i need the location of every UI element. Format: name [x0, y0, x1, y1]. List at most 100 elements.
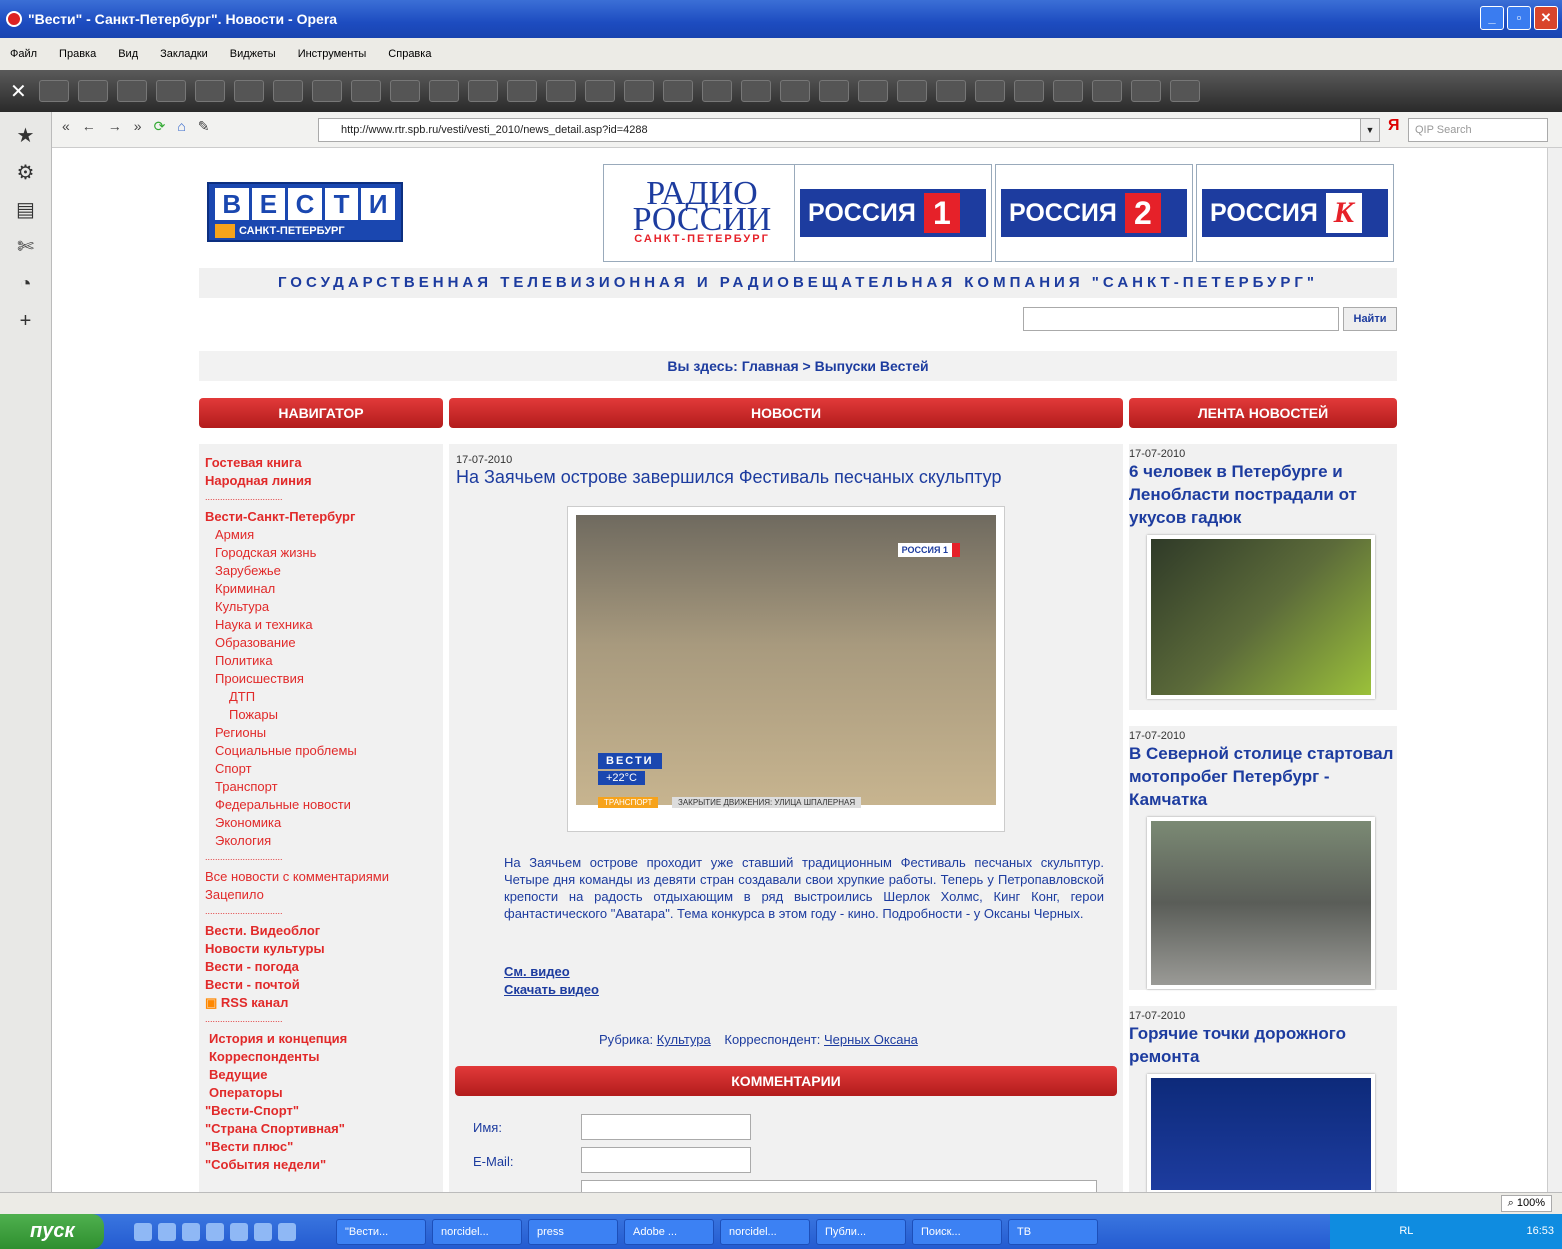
task-button[interactable]: Adobe ... [624, 1218, 714, 1245]
fast-forward-icon[interactable]: » [134, 118, 142, 135]
nav-link-cat[interactable]: Происшествия [205, 670, 437, 688]
reload-icon[interactable]: ⟳ [154, 118, 166, 135]
zoom-level[interactable]: ⌕ 100% [1500, 1195, 1552, 1212]
menu-bookmarks[interactable]: Закладки [160, 48, 208, 60]
bookmarks-star-icon[interactable]: ★ [15, 125, 37, 147]
nav-link-about[interactable]: Ведущие [205, 1066, 437, 1084]
task-button[interactable]: norcidel... [720, 1218, 810, 1245]
nav-link-people[interactable]: Народная линия [205, 472, 437, 490]
feed-title[interactable]: 6 человек в Петербурге и Ленобласти пост… [1129, 460, 1397, 529]
nav-link-project[interactable]: Вести. Видеоблог [205, 922, 437, 940]
yandex-icon[interactable]: Я [1388, 117, 1400, 135]
site-search-button[interactable]: Найти [1343, 307, 1397, 331]
tab-icon[interactable] [663, 80, 693, 102]
nav-link-sub[interactable]: ДТП [205, 688, 437, 706]
nav-link-hooked[interactable]: Зацепило [205, 886, 437, 904]
download-video-link[interactable]: Скачать видео [504, 982, 599, 997]
comment-textarea[interactable] [581, 1180, 1097, 1192]
menu-edit[interactable]: Правка [59, 48, 96, 60]
nav-link-cat[interactable]: Образование [205, 634, 437, 652]
quick-launch-icon[interactable] [206, 1222, 224, 1241]
windows-icon[interactable]: ▤ [15, 199, 37, 221]
nav-link-cat[interactable]: Зарубежье [205, 562, 437, 580]
settings-gear-icon[interactable]: ⚙ [15, 162, 37, 184]
nav-link-about[interactable]: Операторы [205, 1084, 437, 1102]
tab-icon[interactable] [273, 80, 303, 102]
nav-link-cat[interactable]: Регионы [205, 724, 437, 742]
home-icon[interactable]: ⌂ [177, 118, 185, 135]
tab-icon[interactable] [702, 80, 732, 102]
tab-icon[interactable] [156, 80, 186, 102]
tab-icon[interactable] [975, 80, 1005, 102]
rossiya2-logo[interactable]: РОССИЯ 2 [995, 164, 1193, 262]
feed-title[interactable]: Горячие точки дорожного ремонта [1129, 1022, 1397, 1068]
edit-icon[interactable]: ✎ [198, 118, 210, 135]
feed-item[interactable]: 17-07-2010 Горячие точки дорожного ремон… [1129, 1006, 1397, 1192]
nav-link-project[interactable]: Вести - почтой [205, 976, 437, 994]
menu-widgets[interactable]: Виджеты [230, 48, 276, 60]
tab-icon[interactable] [468, 80, 498, 102]
quick-launch-icon[interactable] [230, 1222, 248, 1241]
tab-icon[interactable] [936, 80, 966, 102]
tab-icon[interactable] [585, 80, 615, 102]
nav-link-cat[interactable]: Транспорт [205, 778, 437, 796]
address-dropdown-icon[interactable]: ▼ [1360, 118, 1380, 142]
tab-icon[interactable] [312, 80, 342, 102]
task-button[interactable]: Публи... [816, 1218, 906, 1245]
site-search-input[interactable] [1023, 307, 1339, 331]
tab-icon[interactable] [351, 80, 381, 102]
menu-file[interactable]: Файл [10, 48, 37, 60]
nav-link-cat[interactable]: Федеральные новости [205, 796, 437, 814]
language-indicator[interactable]: RL [1399, 1225, 1413, 1237]
tab-icon[interactable] [1131, 80, 1161, 102]
nav-link-about[interactable]: История и концепция [205, 1030, 437, 1048]
nav-link-about[interactable]: "Вести-Спорт" [205, 1102, 437, 1120]
watch-video-link[interactable]: См. видео [504, 964, 570, 979]
tab-icon[interactable] [234, 80, 264, 102]
rossiya-k-logo[interactable]: РОССИЯ К [1196, 164, 1394, 262]
tab-icon[interactable] [546, 80, 576, 102]
tab-icon[interactable] [390, 80, 420, 102]
tab-icon[interactable] [429, 80, 459, 102]
maximize-button[interactable]: ▫ [1507, 6, 1531, 30]
quick-launch-icon[interactable] [278, 1222, 296, 1241]
rewind-icon[interactable]: « [62, 118, 70, 135]
history-clock-icon[interactable]: ◔ [15, 273, 37, 295]
nav-link-cat[interactable]: Экология [205, 832, 437, 850]
nav-link-project[interactable]: Новости культуры [205, 940, 437, 958]
minimize-button[interactable]: _ [1480, 6, 1504, 30]
menu-view[interactable]: Вид [118, 48, 138, 60]
tab-icon[interactable] [78, 80, 108, 102]
task-button[interactable]: "Вести... [336, 1218, 426, 1245]
nav-link-about[interactable]: Корреспонденты [205, 1048, 437, 1066]
article-photo[interactable]: РОССИЯ 1 ВЕСТИ +22°С ТРАНСПОРТ ЗАКРЫТИЕ … [567, 506, 1005, 832]
tab-icon[interactable] [624, 80, 654, 102]
tab-icon[interactable] [1053, 80, 1083, 102]
nav-link-sub[interactable]: Пожары [205, 706, 437, 724]
tab-icon[interactable] [741, 80, 771, 102]
task-button[interactable]: norcidel... [432, 1218, 522, 1245]
tab-icon[interactable] [858, 80, 888, 102]
close-button[interactable]: ✕ [1534, 6, 1558, 30]
nav-link-cat[interactable]: Политика [205, 652, 437, 670]
nav-link-rss[interactable]: ▣ RSS канал [205, 994, 437, 1012]
tools-icon[interactable]: ✕ [10, 79, 30, 104]
tab-icon[interactable] [780, 80, 810, 102]
forward-icon[interactable]: → [108, 118, 122, 135]
task-button[interactable]: Поиск... [912, 1218, 1002, 1245]
viper-image[interactable] [1147, 535, 1375, 699]
radio-rossii-logo[interactable]: РАДИО РОССИИ САНКТ-ПЕТЕРБУРГ [603, 164, 801, 262]
nav-link-cat[interactable]: Экономика [205, 814, 437, 832]
search-input[interactable]: QIP Search [1408, 118, 1548, 142]
nav-link-cat[interactable]: Наука и техника [205, 616, 437, 634]
nav-link-guestbook[interactable]: Гостевая книга [205, 454, 437, 472]
nav-link-project[interactable]: Вести - погода [205, 958, 437, 976]
page-scrollbar[interactable] [1547, 148, 1562, 1192]
rossiya1-logo[interactable]: РОССИЯ 1 [794, 164, 992, 262]
tab-icon[interactable] [507, 80, 537, 102]
menu-help[interactable]: Справка [388, 48, 431, 60]
nav-link-section[interactable]: Вести-Санкт-Петербург [205, 508, 437, 526]
tab-icon[interactable] [195, 80, 225, 102]
nav-link-comments[interactable]: Все новости с комментариями [205, 868, 437, 886]
feed-item[interactable]: 17-07-2010 6 человек в Петербурге и Лено… [1129, 444, 1397, 710]
